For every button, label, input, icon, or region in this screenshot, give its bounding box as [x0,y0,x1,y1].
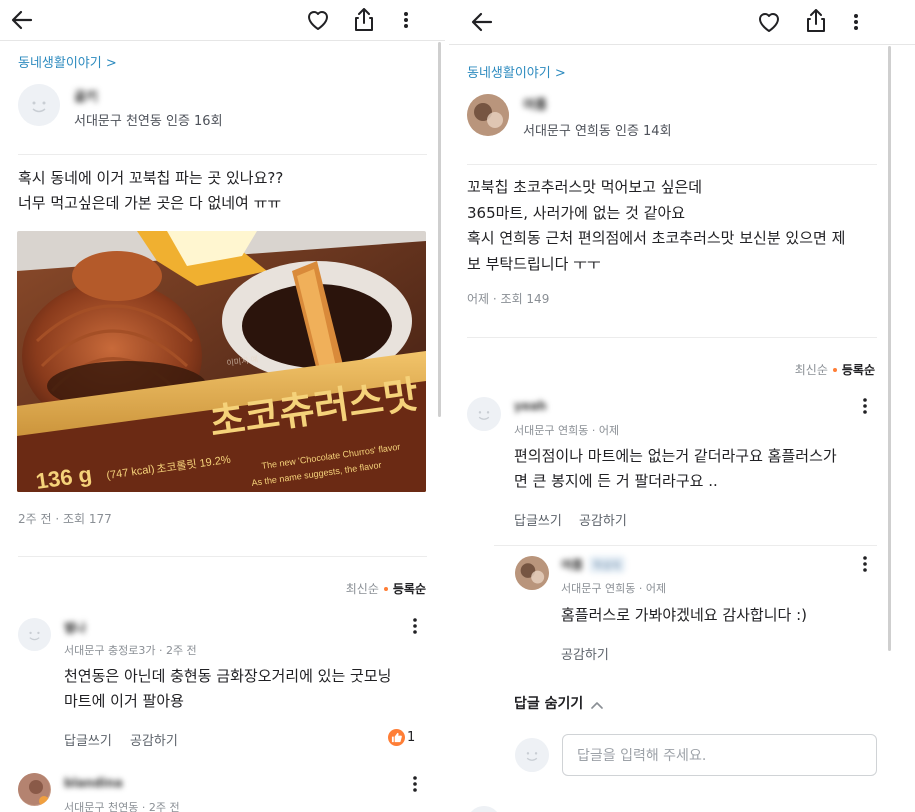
comment-meta: 서대문구 천연동 · 2주 전 [64,801,180,812]
post-meta: 어제 · 조회 149 [467,292,550,306]
comment-line: 편의점이나 마트에는 없는거 같더라구요 홈플러스가 [514,447,837,465]
comment-sort: 최신순 등록순 [346,580,426,597]
more-vertical-icon[interactable] [855,396,875,416]
post-line: 혹시 연희동 근처 편의점에서 초코추러스맛 보신분 있으면 제 [467,229,846,247]
author-name[interactable]: 여름 [523,94,547,113]
section-divider [467,337,877,338]
post-body: 혹시 동네에 이거 꼬북칩 파는 곳 있나요?? 너무 먹고싶은데 가본 곳은 … [18,166,283,216]
post-line: 보 부탁드립니다 ㅜㅜ [467,254,601,273]
comment-author[interactable]: yeah [514,399,547,413]
post-line: 너무 먹고싶은데 가본 곳은 다 없네여 ㅠㅠ [18,194,282,212]
avatar[interactable] [18,84,60,126]
section-divider [18,556,427,557]
more-vertical-icon[interactable] [405,774,425,794]
author-meta: 서대문구 연희동 인증 14회 [523,124,672,139]
avatar[interactable] [467,397,501,431]
section-divider [467,164,877,165]
category-link[interactable]: 동네생활이야기 > [18,52,117,71]
avatar[interactable] [18,618,51,651]
avatar [515,738,549,772]
comment-author[interactable]: 별나 [64,619,86,636]
hide-replies-label: 답글 숨기기 [514,696,584,712]
reply-divider [494,545,877,546]
scrollbar[interactable] [888,46,891,651]
like-count-badge: 1 [388,729,415,746]
sort-dot [383,586,388,591]
author-badge: 작성자 [589,556,625,573]
scrollbar[interactable] [438,42,441,417]
like-count: 1 [407,730,416,745]
sort-latest[interactable]: 최신순 [795,363,828,377]
comment-meta: 서대문구 연희동 · 어제 [561,582,667,595]
comment-body: 천연동은 아닌데 충현동 금화장오거리에 있는 굿모닝 마트에 이거 팔아용 [64,664,391,714]
left-screen: 동네생활이야기 > 골키 서대문구 천연동 인증 16회 혹시 동네에 이거 꼬… [0,0,445,812]
more-vertical-icon[interactable] [840,6,872,38]
avatar[interactable] [467,94,509,136]
comment-body: 편의점이나 마트에는 없는거 같더라구요 홈플러스가 면 큰 봉지에 든 거 팔… [514,444,837,494]
more-vertical-icon[interactable] [855,554,875,574]
app-bar-divider [449,44,915,45]
more-vertical-icon[interactable] [390,4,422,36]
avatar[interactable] [515,556,549,590]
sort-registered[interactable]: 등록순 [393,582,426,596]
app-bar-divider [0,40,445,41]
post-meta: 2주 전 · 조회 177 [18,512,112,526]
right-screen: 동네생활이야기 > 여름 서대문구 연희동 인증 14회 꼬북칩 초코추러스맛 … [449,0,915,812]
comment-author[interactable]: blandina [64,776,123,790]
comment-body: 홈플러스로 가봐야겠네요 감사합니다 :) [561,606,808,624]
reply-button[interactable]: 답글쓰기 [514,510,562,529]
author-meta: 서대문구 천연동 인증 16회 [74,114,223,129]
hide-replies-button[interactable]: 답글 숨기기 [514,693,604,713]
comment-meta: 서대문구 충정로3가 · 2주 전 [64,644,197,657]
category-link[interactable]: 동네생활이야기 > [467,62,566,81]
reply-button[interactable]: 답글쓰기 [64,730,112,749]
arrow-left-icon[interactable] [466,6,498,38]
post-line: 꼬북칩 초코추러스맛 먹어보고 싶은데 [467,178,703,196]
post-body: 꼬북칩 초코추러스맛 먹어보고 싶은데 365마트, 사러가에 없는 것 같아요… [467,175,845,277]
heart-icon[interactable] [302,4,334,36]
avatar[interactable] [467,806,501,812]
like-button[interactable]: 공감하기 [579,510,627,529]
reply-input[interactable]: 답글을 입력해 주세요. [562,734,877,776]
chevron-up-icon [591,694,604,713]
thumbs-up-icon [388,729,405,746]
comment-sort: 최신순 등록순 [795,361,875,378]
like-button[interactable]: 공감하기 [130,730,178,749]
section-divider [18,154,427,155]
arrow-left-icon[interactable] [6,4,38,36]
comment-line: 천연동은 아닌데 충현동 금화장오거리에 있는 굿모닝 [64,667,392,685]
like-button[interactable]: 공감하기 [561,644,609,663]
post-line: 혹시 동네에 이거 꼬북칩 파는 곳 있나요?? [18,169,284,187]
sort-latest[interactable]: 최신순 [346,582,379,596]
comment-line: 면 큰 봉지에 든 거 팔더라구요 .. [514,472,718,490]
nested-author-row: 여름 작성자 [561,556,625,573]
share-icon[interactable] [348,4,380,36]
comment-author[interactable]: 여름 [561,556,583,573]
sort-registered[interactable]: 등록순 [842,363,875,377]
share-icon[interactable] [800,5,832,37]
post-image[interactable]: 초코츄러스맛 136 g (747 kcal) 초코롤릿 19.2% The n… [17,231,426,492]
avatar[interactable] [18,773,51,806]
heart-icon[interactable] [753,6,785,38]
app-bar [449,0,915,44]
app-bar [0,0,445,40]
sort-dot [832,367,837,372]
post-line: 365마트, 사러가에 없는 것 같아요 [467,203,686,222]
comment-meta: 서대문구 연희동 · 어제 [514,424,620,437]
author-name[interactable]: 골키 [74,86,98,105]
more-vertical-icon[interactable] [405,616,425,636]
comment-line: 마트에 이거 팔아용 [64,692,184,710]
